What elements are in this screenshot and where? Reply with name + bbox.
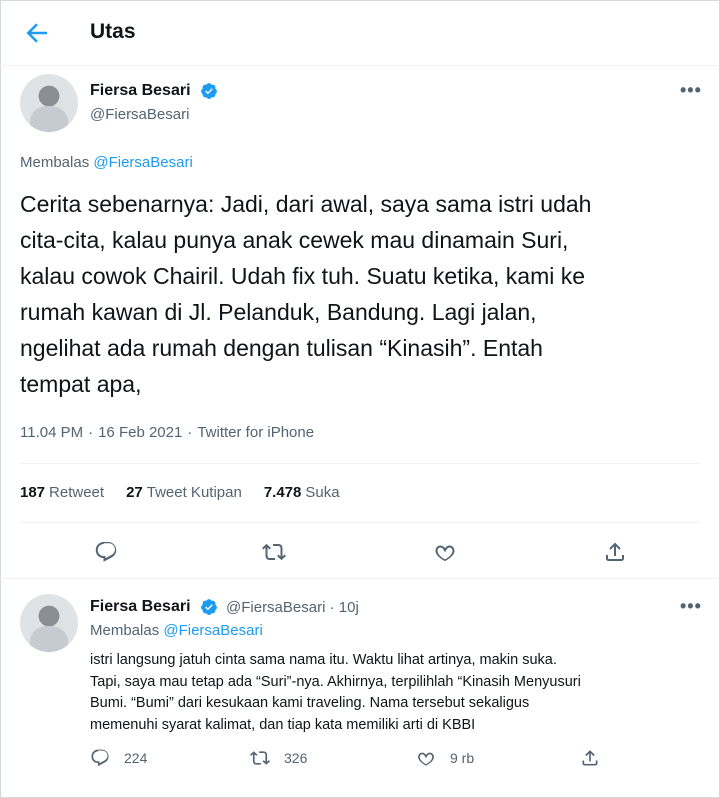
share-icon[interactable] — [603, 540, 627, 564]
retweet-icon — [250, 751, 270, 765]
avatar[interactable] — [20, 74, 78, 132]
avatar[interactable] — [20, 594, 78, 652]
tweet-time[interactable]: 11.04 PM — [20, 424, 83, 441]
replying-to: Membalas @FiersaBesari — [90, 622, 263, 639]
more-options-button[interactable]: ••• — [680, 596, 702, 617]
retweet-stat[interactable]: 187 Retweet — [20, 484, 104, 501]
reply-author-name[interactable]: Fiersa Besari — [90, 598, 191, 616]
reply-retweet-button[interactable]: 326 — [250, 748, 307, 768]
like-count: 9 rb — [450, 750, 475, 766]
reply-meta: @FiersaBesari · 10j — [226, 599, 359, 616]
author-handle[interactable]: @FiersaBesari — [90, 106, 189, 123]
tweet-date[interactable]: 16 Feb 2021 — [98, 424, 182, 441]
verified-badge-icon — [201, 83, 217, 99]
like-stat[interactable]: 7.478 Suka — [264, 484, 340, 501]
reply-share-button[interactable] — [580, 748, 600, 768]
author-name[interactable]: Fiersa Besari — [90, 82, 191, 100]
reply-author-handle[interactable]: @FiersaBesari — [226, 599, 325, 616]
retweet-count: 326 — [284, 750, 308, 766]
replying-to: Membalas @FiersaBesari — [20, 154, 193, 171]
tweet-meta: 11.04 PM · 16 Feb 2021 · Twitter for iPhone — [20, 424, 315, 441]
page-title: Utas — [90, 20, 136, 43]
like-icon — [418, 752, 434, 766]
reply-age[interactable]: 10j — [339, 599, 359, 616]
tweet-source[interactable]: Twitter for iPhone — [197, 424, 314, 441]
replying-to-link[interactable]: @FiersaBesari — [163, 622, 262, 639]
reply-count: 224 — [124, 750, 148, 766]
replying-to-link[interactable]: @FiersaBesari — [93, 154, 192, 171]
reply-dot: · — [329, 599, 335, 616]
tweet-actions — [0, 538, 718, 568]
divider — [20, 463, 700, 464]
replying-to-label: Membalas — [20, 154, 94, 171]
more-options-button[interactable]: ••• — [680, 80, 702, 101]
retweet-icon[interactable] — [262, 540, 286, 564]
like-icon[interactable] — [433, 540, 457, 564]
thread-header: Utas — [0, 0, 718, 66]
tweet-stats: 187 Retweet 27 Tweet Kutipan 7.478 Suka — [20, 484, 340, 501]
reply-icon — [91, 749, 109, 767]
reply-reply-button[interactable]: 224 — [90, 748, 147, 768]
tweet-text: Cerita sebenarnya: Jadi, dari awal, saya… — [20, 191, 592, 397]
thread-separator — [0, 578, 718, 579]
back-arrow-icon[interactable] — [22, 18, 52, 48]
reply-icon[interactable] — [94, 540, 118, 564]
share-icon — [582, 750, 598, 766]
reply-like-button[interactable]: 9 rb — [416, 748, 474, 768]
quote-stat[interactable]: 27 Tweet Kutipan — [126, 484, 242, 501]
divider — [20, 522, 700, 523]
verified-badge-icon — [201, 599, 217, 615]
reply-text: istri langsung jatuh cinta sama nama itu… — [90, 652, 581, 733]
replying-to-label: Membalas — [90, 622, 164, 639]
